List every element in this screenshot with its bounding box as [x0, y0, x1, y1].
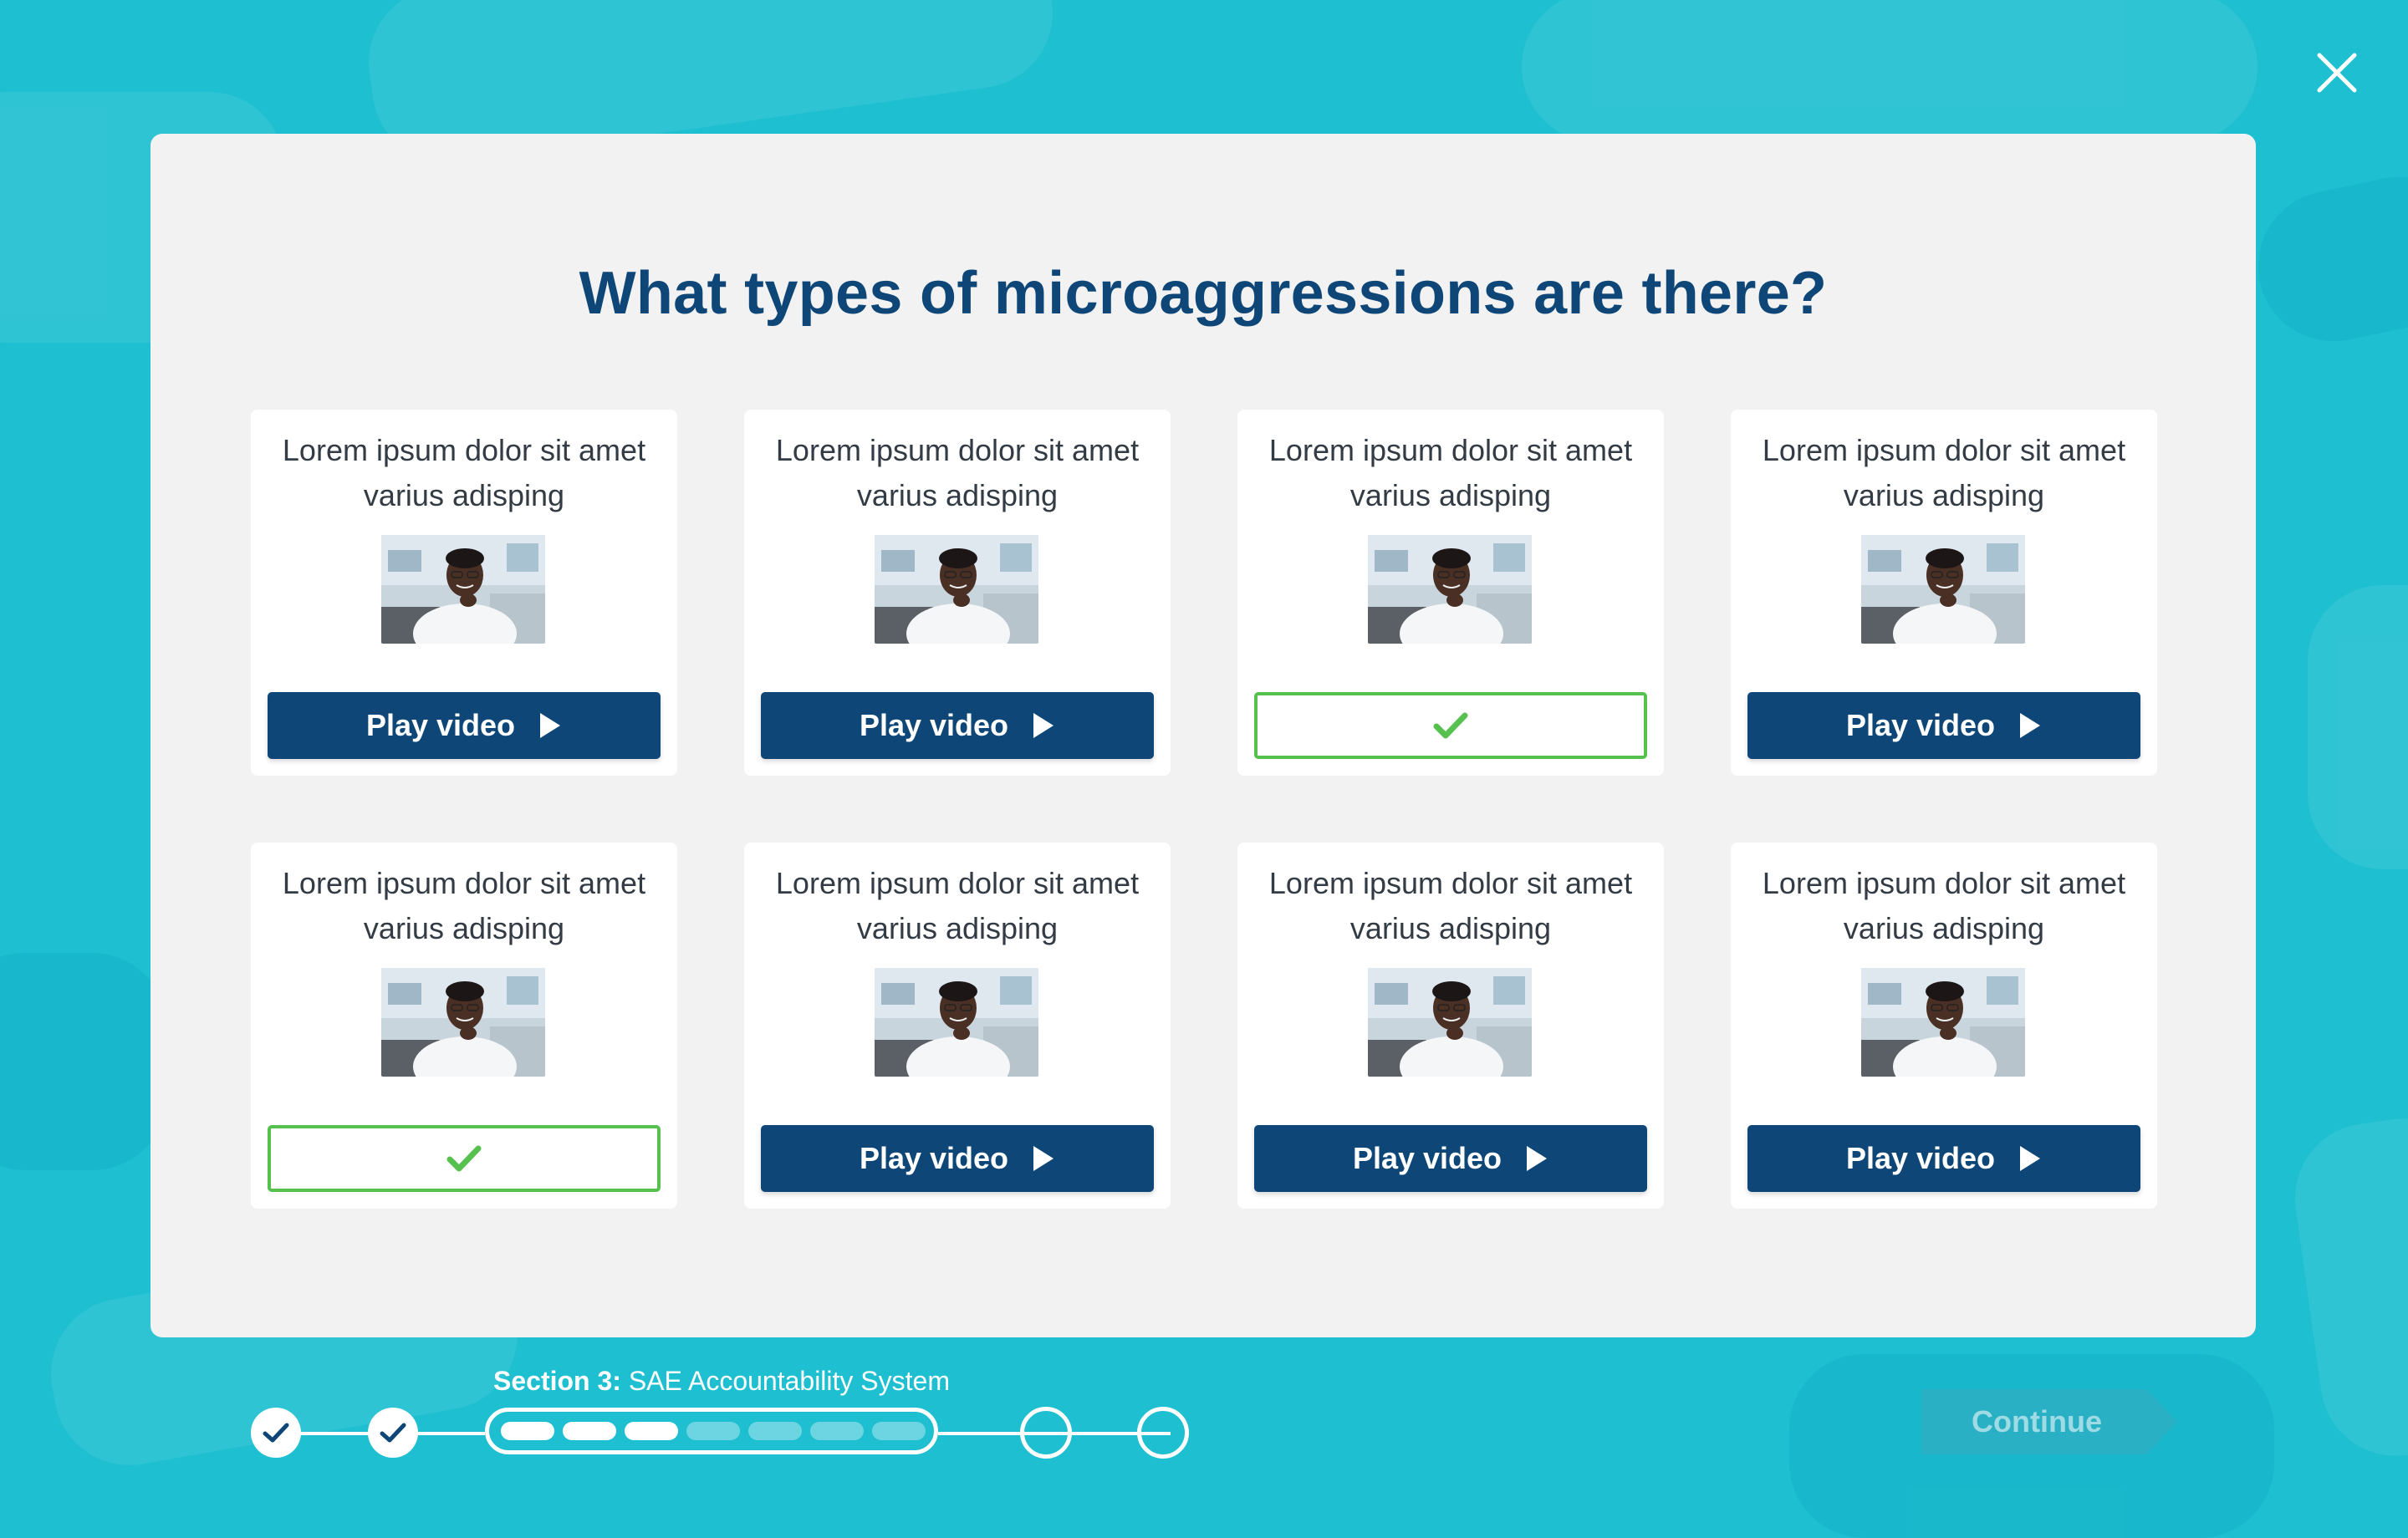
play-icon — [2020, 1146, 2041, 1171]
section-step — [563, 1422, 616, 1440]
play-video-button[interactable]: Play video — [268, 692, 661, 759]
video-card: Lorem ipsum dolor sit amet varius adispi… — [1731, 410, 2157, 776]
play-video-button[interactable]: Play video — [761, 1125, 1154, 1192]
background-bubble — [2244, 162, 2408, 356]
section-complete-node — [251, 1408, 301, 1458]
close-button[interactable] — [2308, 43, 2366, 102]
video-thumbnail[interactable] — [1368, 535, 1532, 644]
video-card: Lorem ipsum dolor sit amet varius adispi… — [1237, 410, 1664, 776]
section-step — [748, 1422, 802, 1440]
video-card: Lorem ipsum dolor sit amet varius adispi… — [251, 410, 677, 776]
video-thumbnail[interactable] — [381, 535, 545, 644]
card-description: Lorem ipsum dolor sit amet varius adispi… — [1268, 433, 1633, 512]
video-card: Lorem ipsum dolor sit amet varius adispi… — [744, 410, 1171, 776]
current-section-label: Section 3: SAE Accountability System — [493, 1366, 950, 1397]
video-thumbnail[interactable] — [875, 968, 1038, 1077]
section-number: Section 3: — [493, 1366, 621, 1396]
section-name: SAE Accountability System — [628, 1366, 950, 1396]
card-description: Lorem ipsum dolor sit amet varius adispi… — [1762, 433, 2126, 512]
card-description: Lorem ipsum dolor sit amet varius adispi… — [775, 433, 1140, 512]
video-thumbnail[interactable] — [381, 968, 545, 1077]
video-thumbnail[interactable] — [1861, 968, 2025, 1077]
play-video-label: Play video — [1352, 1141, 1502, 1175]
progress-bar: Section 3: SAE Accountability System Con… — [0, 1337, 2408, 1505]
section-step — [810, 1422, 864, 1440]
continue-button[interactable]: Continue — [1921, 1389, 2177, 1454]
check-icon — [380, 1423, 406, 1443]
play-video-label: Play video — [365, 708, 516, 742]
section-complete-node — [368, 1408, 418, 1458]
play-video-label: Play video — [859, 708, 1009, 742]
card-description: Lorem ipsum dolor sit amet varius adispi… — [775, 866, 1140, 945]
section-upcoming-node — [1137, 1407, 1189, 1459]
close-icon — [2317, 53, 2357, 93]
background-bubble — [1522, 0, 2258, 142]
play-video-button[interactable]: Play video — [1747, 692, 2140, 759]
card-description: Lorem ipsum dolor sit amet varius adispi… — [282, 866, 646, 945]
section-step — [625, 1422, 678, 1440]
video-card: Lorem ipsum dolor sit amet varius adispi… — [1731, 843, 2157, 1209]
activity-modal: What types of microaggressions are there… — [150, 134, 2256, 1337]
play-icon — [1527, 1146, 1548, 1171]
play-video-button[interactable]: Play video — [761, 692, 1154, 759]
video-thumbnail[interactable] — [1861, 535, 2025, 644]
card-description: Lorem ipsum dolor sit amet varius adispi… — [1268, 866, 1633, 945]
play-video-label: Play video — [1845, 708, 1996, 742]
video-thumbnail[interactable] — [1368, 968, 1532, 1077]
section-step — [686, 1422, 740, 1440]
background-bubble — [2308, 585, 2408, 869]
video-card: Lorem ipsum dolor sit amet varius adispi… — [744, 843, 1171, 1209]
play-icon — [1033, 713, 1054, 738]
card-description: Lorem ipsum dolor sit amet varius adispi… — [1762, 866, 2126, 945]
play-icon — [1033, 1146, 1054, 1171]
play-video-button[interactable]: Play video — [1747, 1125, 2140, 1192]
current-section-progress — [485, 1408, 938, 1454]
check-icon — [446, 1145, 482, 1172]
play-icon — [540, 713, 561, 738]
video-thumbnail[interactable] — [875, 535, 1038, 644]
check-icon — [263, 1423, 289, 1443]
section-step — [501, 1422, 554, 1440]
check-icon — [1433, 712, 1468, 739]
page-title: What types of microaggressions are there… — [579, 260, 1828, 327]
video-watched-button[interactable] — [268, 1125, 661, 1192]
play-video-label: Play video — [859, 1141, 1009, 1175]
video-watched-button[interactable] — [1254, 692, 1647, 759]
video-card: Lorem ipsum dolor sit amet varius adispi… — [1237, 843, 1664, 1209]
card-description: Lorem ipsum dolor sit amet varius adispi… — [282, 433, 646, 512]
background-bubble — [0, 953, 167, 1170]
play-video-label: Play video — [1845, 1141, 1996, 1175]
video-card: Lorem ipsum dolor sit amet varius adispi… — [251, 843, 677, 1209]
play-icon — [2020, 713, 2041, 738]
section-upcoming-node — [1020, 1407, 1072, 1459]
section-step — [872, 1422, 926, 1440]
play-video-button[interactable]: Play video — [1254, 1125, 1647, 1192]
